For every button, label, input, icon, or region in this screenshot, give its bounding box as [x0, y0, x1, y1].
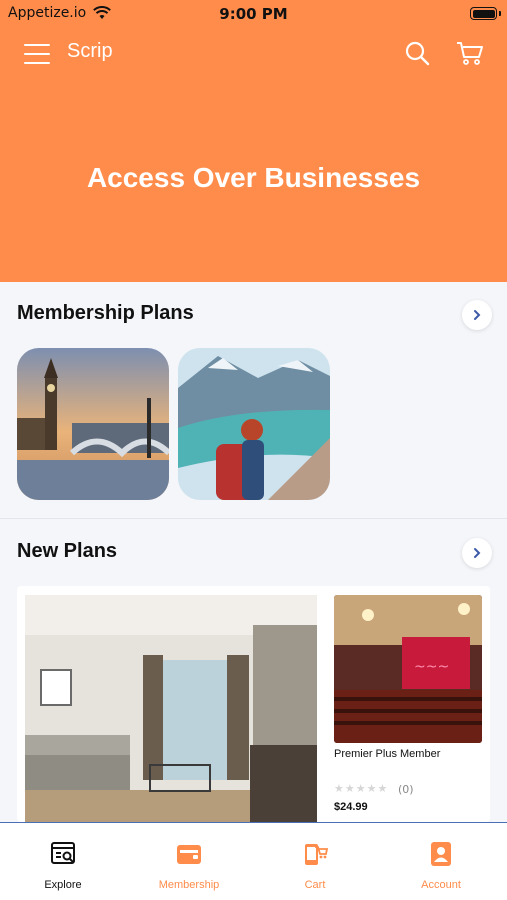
- cart-icon: [305, 844, 328, 865]
- chevron-right-icon: [474, 310, 481, 320]
- membership-plan-card-london[interactable]: [17, 348, 169, 500]
- battery-icon: [470, 7, 497, 20]
- app-title: Scrip: [67, 40, 113, 62]
- hero-banner: Scrip Access Over Businesses: [0, 28, 507, 282]
- cart-icon[interactable]: [456, 40, 484, 66]
- search-icon[interactable]: [404, 40, 430, 66]
- new-plans-carousel: ~~~ Premier Plus Member ★★★★★ (0) $24.99: [17, 586, 490, 822]
- membership-see-all-button[interactable]: [462, 300, 492, 330]
- status-bar: Appetize.io 9:00 PM: [0, 0, 507, 28]
- hero-title: Access Over Businesses: [86, 162, 421, 193]
- section-divider: [0, 518, 507, 519]
- new-plans-see-all-button[interactable]: [462, 538, 492, 568]
- membership-icon: [177, 845, 201, 864]
- nav-item-cart[interactable]: Cart: [252, 823, 378, 900]
- rating-stars: ★★★★★: [334, 782, 389, 795]
- nav-label-cart: Cart: [304, 879, 326, 891]
- nav-item-membership[interactable]: Membership: [126, 823, 252, 900]
- status-time: 9:00 PM: [219, 5, 288, 23]
- nav-label-membership: Membership: [158, 879, 220, 891]
- explore-icon: [51, 842, 75, 864]
- membership-plans-title: Membership Plans: [17, 302, 194, 324]
- product-name: Premier Plus Member: [334, 748, 441, 760]
- chevron-right-icon: [474, 548, 481, 558]
- london-image: [17, 348, 169, 500]
- bottom-navigation: Explore Membership Cart Account: [0, 822, 507, 900]
- new-plan-card-room[interactable]: [25, 595, 317, 822]
- new-plan-card-cinema[interactable]: ~~~: [334, 595, 482, 743]
- nav-label-account: Account: [421, 879, 461, 891]
- new-plans-title: New Plans: [17, 540, 118, 562]
- nav-label-explore: Explore: [44, 879, 82, 891]
- hamburger-menu-icon[interactable]: [24, 44, 50, 64]
- svg-text:~~~: ~~~: [414, 659, 449, 675]
- product-price: $24.99: [334, 801, 368, 813]
- account-icon: [431, 842, 451, 866]
- nav-item-explore[interactable]: Explore: [0, 823, 126, 900]
- membership-plan-card-fjord[interactable]: [178, 348, 330, 500]
- nav-item-account[interactable]: Account: [378, 823, 504, 900]
- fjord-image: [178, 348, 330, 500]
- rating-count: (0): [398, 783, 414, 796]
- room-image: [25, 595, 317, 822]
- cinema-image: ~~~: [334, 595, 482, 743]
